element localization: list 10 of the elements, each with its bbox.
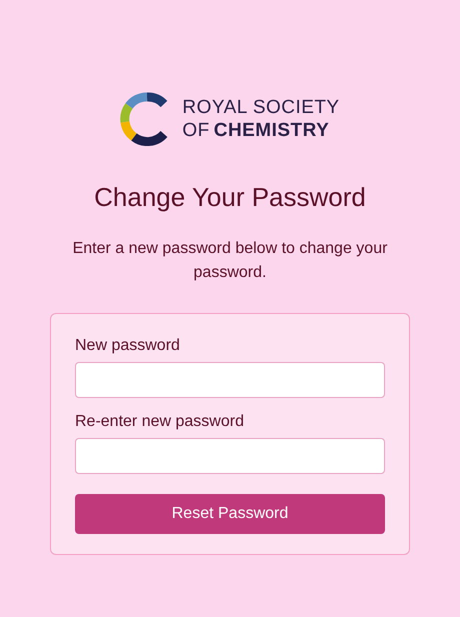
description-text: Enter a new password below to change your password. — [72, 239, 388, 283]
password-field[interactable] — [75, 438, 385, 474]
page-title: Change Your Password — [94, 181, 366, 214]
reset-password-button[interactable]: Reset Password — [75, 494, 385, 534]
field-label: Re-enter new password — [75, 412, 245, 432]
field-label: New password — [75, 336, 181, 356]
password-field[interactable] — [75, 362, 385, 398]
logo-text: CHEMISTRY — [214, 121, 330, 140]
logo-text: ROYAL SOCIETY — [182, 98, 340, 117]
logo-text: OF — [182, 121, 210, 140]
